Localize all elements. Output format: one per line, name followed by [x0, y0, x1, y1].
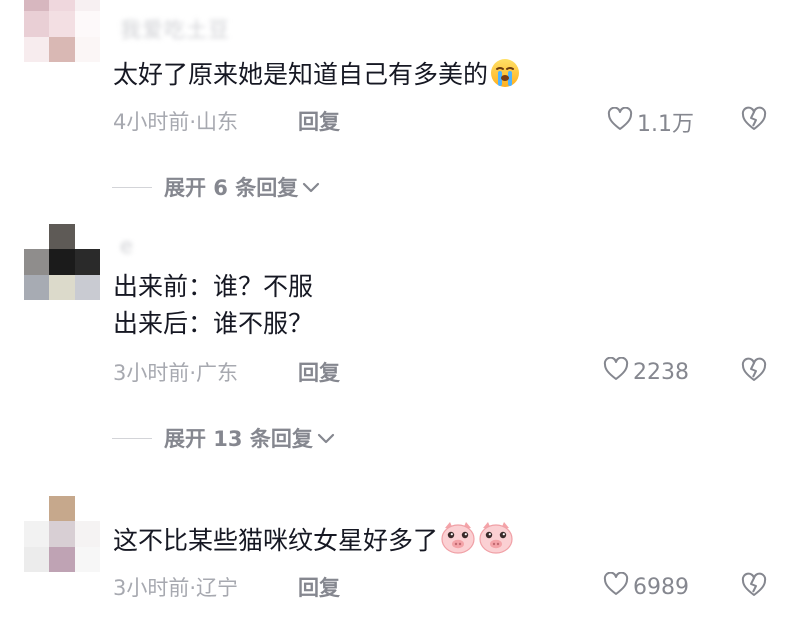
expand-replies-label: 展开 13 条回复 [164, 427, 313, 451]
comment-meta: 4小时前·山东 [113, 110, 239, 134]
expand-replies-button[interactable]: 展开 13 条回复 [112, 423, 335, 453]
divider [112, 186, 152, 188]
like-count: 6989 [633, 574, 689, 600]
expand-replies-label: 展开 6 条回复 [164, 176, 299, 200]
broken-heart-icon [740, 357, 768, 387]
broken-heart-icon [740, 572, 768, 602]
broken-heart-icon [740, 106, 768, 136]
like-button[interactable]: 2238 [603, 356, 689, 387]
chevron-down-icon [302, 175, 320, 199]
comment-meta: 3小时前·广东 [113, 361, 239, 385]
comment-text-line: 出来后：谁不服？ [113, 309, 314, 338]
heart-icon [603, 356, 629, 387]
pig-face-icon [440, 520, 476, 564]
comment-text: 这不比某些猫咪纹女星好多了 [113, 520, 514, 564]
chevron-down-icon [317, 426, 335, 450]
like-button[interactable]: 6989 [603, 571, 689, 602]
crying-face-icon [490, 58, 520, 98]
comment-username[interactable]: 我爱吃土豆 [120, 14, 230, 44]
reply-button[interactable]: 回复 [298, 106, 340, 136]
dislike-button[interactable] [740, 106, 768, 136]
reply-button[interactable]: 回复 [298, 572, 340, 602]
avatar[interactable] [24, 496, 100, 572]
dislike-button[interactable] [740, 357, 768, 387]
comment-text-line: 太好了原来她是知道自己有多美的 [113, 60, 489, 89]
expand-replies-button[interactable]: 展开 6 条回复 [112, 172, 320, 202]
comment-username[interactable]: e [120, 234, 134, 258]
like-button[interactable]: 1.1万 [607, 106, 694, 138]
reply-button[interactable]: 回复 [298, 357, 340, 387]
avatar[interactable] [24, 0, 100, 62]
divider [112, 437, 152, 439]
comment-text-line: 出来前：谁？不服 [113, 272, 314, 301]
dislike-button[interactable] [740, 572, 768, 602]
heart-icon [607, 106, 633, 137]
avatar[interactable] [24, 224, 100, 300]
like-count: 2238 [633, 359, 689, 385]
pig-face-icon [478, 520, 514, 564]
comment-text: 出来前：谁？不服 出来后：谁不服？ [113, 268, 313, 342]
comment-text-line: 这不比某些猫咪纹女星好多了 [113, 526, 439, 555]
comment-text: 太好了原来她是知道自己有多美的 [113, 56, 520, 98]
comment-meta: 3小时前·辽宁 [113, 576, 239, 600]
like-count: 1.1万 [637, 112, 694, 137]
heart-icon [603, 571, 629, 602]
